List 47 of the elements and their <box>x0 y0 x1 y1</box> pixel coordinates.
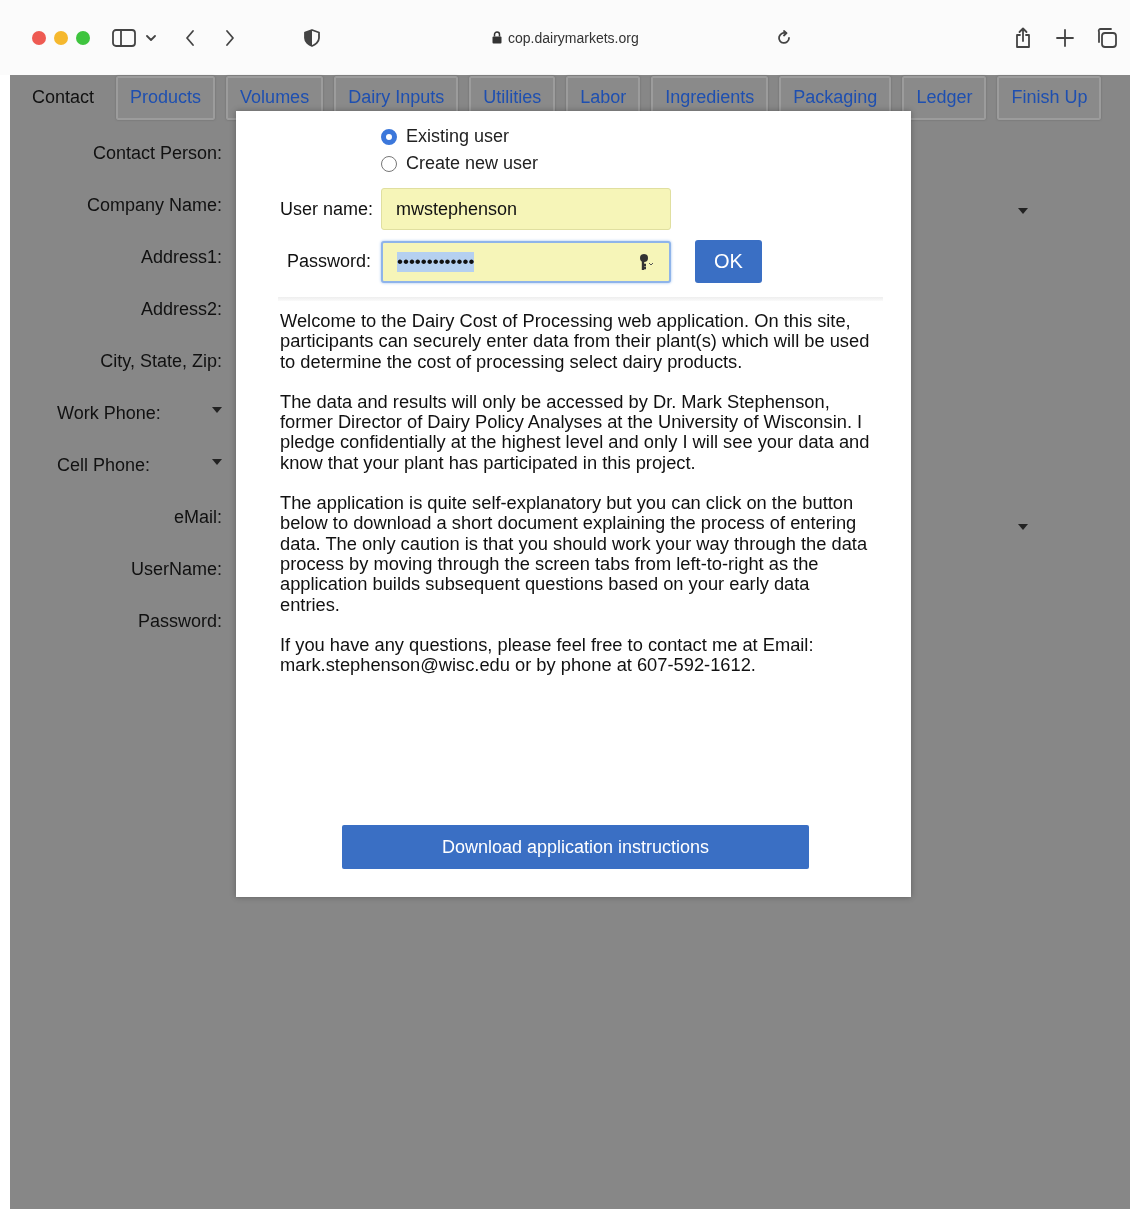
shield-icon[interactable] <box>304 28 320 47</box>
field-label: UserName: <box>130 558 222 580</box>
forward-icon[interactable] <box>224 28 236 47</box>
field-label: Work Phone: <box>57 402 161 424</box>
lock-icon[interactable] <box>492 31 502 44</box>
field-label: City, State, Zip: <box>100 350 222 372</box>
paragraph: If you have any questions, please feel free to contact me at Email: mark.stephenson@wisc.edu or by phone at 607-592-1612. <box>280 634 815 676</box>
radio-label: Create new user <box>406 153 539 174</box>
address-bar[interactable]: cop.dairymarkets.org <box>508 29 639 46</box>
radio-label: Existing user <box>406 126 510 147</box>
reload-icon[interactable] <box>776 29 792 46</box>
caret-icon[interactable] <box>212 459 222 465</box>
password-field[interactable]: ••••••••••••• <box>381 240 671 283</box>
paragraph: The application is quite self-explanatory but you can click on the button below to download a short document explaining the process of entering data. The only caution is that you should work your way through the data process by moving through the screen tabs from left-to-right as the application builds subsequent questions based on your early data entries. <box>280 493 869 615</box>
field-label: Cell Phone: <box>57 454 151 476</box>
caret-icon[interactable] <box>1018 208 1028 214</box>
field-label: Password: <box>137 610 222 632</box>
close-window-button[interactable] <box>32 30 46 45</box>
field-label: Address1: <box>140 246 222 268</box>
field-label: Password: <box>285 251 371 272</box>
share-icon[interactable] <box>1014 26 1032 49</box>
radio-icon[interactable] <box>381 155 397 172</box>
tab[interactable]: Ledger <box>902 76 987 120</box>
field-label: Contact Person: <box>92 142 222 164</box>
caret-icon[interactable] <box>212 407 222 413</box>
field-label: Address2: <box>140 298 222 320</box>
tabs-icon[interactable] <box>1096 26 1118 49</box>
username-field[interactable]: mwstephenson <box>381 188 671 230</box>
ok-button[interactable]: OK <box>695 240 762 283</box>
paragraph: The data and results will only be accessed by Dr. Mark Stephenson, former Director of Dairy Policy Analyses at the University of Wisconsin. I pledge confidentially at the highest level and only I will see your data and know that your plant has participated in this project. <box>280 391 871 474</box>
sidebar-icon[interactable] <box>112 28 136 47</box>
radio-icon[interactable] <box>381 128 397 145</box>
key-icon[interactable] <box>639 252 655 271</box>
download-button[interactable]: Download application instructions <box>342 825 809 869</box>
chevron-down-icon[interactable] <box>146 33 156 42</box>
caret-icon[interactable] <box>1018 524 1028 530</box>
radio-option[interactable]: Existing user <box>381 126 881 147</box>
field-label: eMail: <box>174 506 222 528</box>
radio-option[interactable]: Create new user <box>381 153 881 174</box>
tab[interactable]: Products <box>116 76 216 120</box>
paragraph: Welcome to the Dairy Cost of Processing web application. On this site, participants can securely enter data from their plant(s) which will be used to determine the cost of processing select dairy products. <box>280 311 871 372</box>
field-label: User name: <box>280 198 371 220</box>
field-label: Company Name: <box>86 194 222 216</box>
back-icon[interactable] <box>184 28 196 47</box>
tab[interactable]: Finish Up <box>997 76 1102 120</box>
plus-icon[interactable] <box>1056 28 1074 47</box>
tab[interactable]: Contact <box>10 76 117 120</box>
